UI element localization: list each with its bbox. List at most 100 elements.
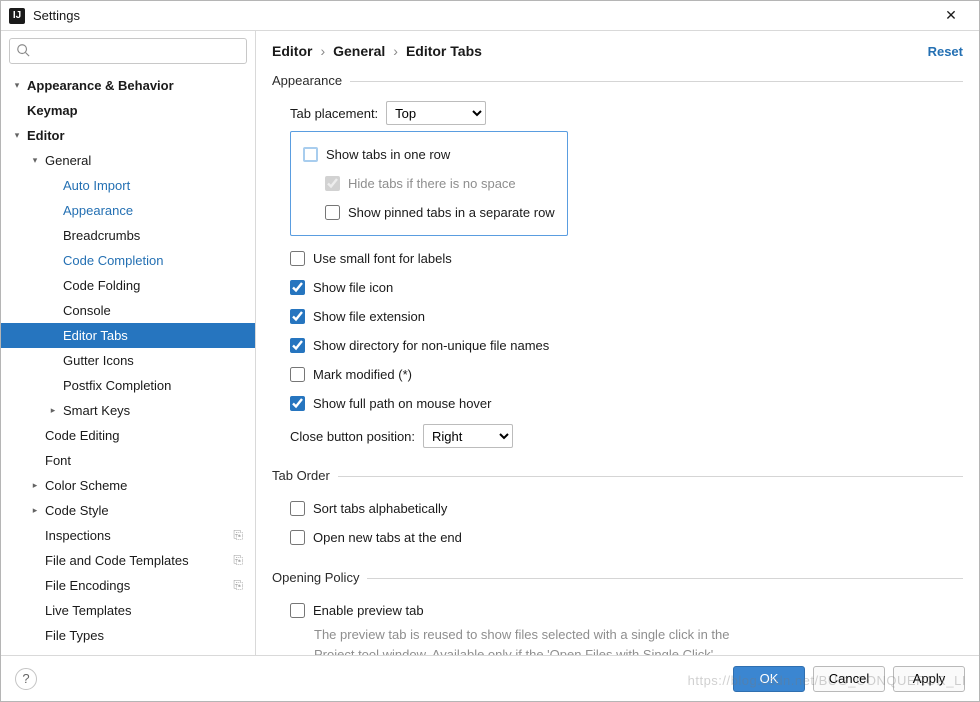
tree-item-file-encodings[interactable]: File Encodings ⎘	[1, 573, 255, 598]
tree-item-label: File Types	[41, 628, 104, 643]
tree-item-keymap[interactable]: Keymap	[1, 98, 255, 123]
breadcrumb-seg: Editor Tabs	[406, 43, 482, 59]
chevron-down-icon: ▾	[11, 80, 23, 91]
search-icon	[16, 43, 30, 57]
tree-item-smart-keys[interactable]: ▸Smart Keys	[1, 398, 255, 423]
tree-item-label: File and Code Templates	[41, 553, 189, 568]
hide-tabs-no-space-checkbox: Hide tabs if there is no space	[291, 169, 557, 198]
tree-item-label: Color Scheme	[41, 478, 127, 493]
tree-item-label: Code Editing	[41, 428, 119, 443]
sort-tabs-alpha-checkbox[interactable]: Sort tabs alphabetically	[272, 494, 963, 523]
checkbox-icon	[290, 501, 305, 516]
chevron-right-icon: ▸	[29, 480, 41, 491]
apply-button[interactable]: Apply	[893, 666, 965, 692]
tree-item-file-types[interactable]: File Types	[1, 623, 255, 648]
tree-item-font[interactable]: Font	[1, 448, 255, 473]
tree-item-label: Appearance & Behavior	[23, 78, 174, 93]
tree-item-code-editing[interactable]: Code Editing	[1, 423, 255, 448]
tree-item-appearance-behavior[interactable]: ▾Appearance & Behavior	[1, 73, 255, 98]
window-title: Settings	[33, 8, 931, 23]
help-button[interactable]: ?	[15, 668, 37, 690]
ok-button[interactable]: OK	[733, 666, 805, 692]
project-scope-icon: ⎘	[233, 553, 243, 568]
tree-item-label: Inspections	[41, 528, 111, 543]
chevron-down-icon: ▾	[29, 155, 41, 166]
tree-item-editor[interactable]: ▾Editor	[1, 123, 255, 148]
tree-item-editor-tabs[interactable]: Editor Tabs	[1, 323, 255, 348]
settings-tree: ▾Appearance & BehaviorKeymap▾Editor▾Gene…	[1, 71, 255, 655]
tree-item-label: File Encodings	[41, 578, 130, 593]
tabs-one-row-frame: Show tabs in one row Hide tabs if there …	[290, 131, 568, 236]
tree-item-label: General	[41, 153, 91, 168]
checkbox-icon	[290, 396, 305, 411]
show-file-extension-checkbox[interactable]: Show file extension	[272, 302, 963, 331]
tree-item-label: Font	[41, 453, 71, 468]
cancel-button[interactable]: Cancel	[813, 666, 885, 692]
tree-item-color-scheme[interactable]: ▸Color Scheme	[1, 473, 255, 498]
checkbox-icon	[325, 176, 340, 191]
tree-item-label: Appearance	[59, 203, 133, 218]
enable-preview-tab-checkbox[interactable]: Enable preview tab	[272, 596, 963, 625]
close-icon[interactable]: ✕	[931, 7, 971, 24]
show-tabs-one-row-checkbox[interactable]: Show tabs in one row	[291, 140, 557, 169]
tree-item-auto-import[interactable]: Auto Import	[1, 173, 255, 198]
settings-sidebar: ▾Appearance & BehaviorKeymap▾Editor▾Gene…	[1, 31, 256, 655]
project-scope-icon: ⎘	[233, 578, 243, 593]
chevron-right-icon: ›	[320, 43, 325, 59]
close-button-position-label: Close button position:	[290, 429, 415, 444]
checkbox-icon	[290, 338, 305, 353]
checkbox-icon	[290, 530, 305, 545]
chevron-right-icon: ›	[393, 43, 398, 59]
mark-modified-checkbox[interactable]: Mark modified (*)	[272, 360, 963, 389]
show-pinned-separate-checkbox[interactable]: Show pinned tabs in a separate row	[291, 198, 557, 227]
chevron-right-icon: ▸	[29, 505, 41, 516]
reset-link[interactable]: Reset	[928, 44, 963, 59]
tree-item-postfix-completion[interactable]: Postfix Completion	[1, 373, 255, 398]
search-box	[9, 38, 247, 64]
tree-item-live-templates[interactable]: Live Templates	[1, 598, 255, 623]
tree-item-label: Code Completion	[59, 253, 163, 268]
show-full-path-checkbox[interactable]: Show full path on mouse hover	[272, 389, 963, 418]
show-file-icon-checkbox[interactable]: Show file icon	[272, 273, 963, 302]
tree-item-label: Code Style	[41, 503, 109, 518]
app-icon: IJ	[9, 8, 25, 24]
tree-item-label: Editor	[23, 128, 65, 143]
checkbox-icon	[290, 367, 305, 382]
tree-item-inspections[interactable]: Inspections ⎘	[1, 523, 255, 548]
tree-item-general[interactable]: ▾General	[1, 148, 255, 173]
tree-item-label: Keymap	[23, 103, 78, 118]
tree-item-gutter-icons[interactable]: Gutter Icons	[1, 348, 255, 373]
group-appearance: Appearance	[272, 73, 963, 89]
chevron-down-icon: ▾	[11, 130, 23, 141]
chevron-right-icon: ▸	[47, 405, 59, 416]
tree-item-code-completion[interactable]: Code Completion	[1, 248, 255, 273]
group-tab-order: Tab Order	[272, 468, 963, 484]
use-small-font-checkbox[interactable]: Use small font for labels	[272, 244, 963, 273]
tree-item-label: Console	[59, 303, 111, 318]
checkbox-icon	[325, 205, 340, 220]
tab-placement-select[interactable]: Top	[386, 101, 486, 125]
open-new-tabs-end-checkbox[interactable]: Open new tabs at the end	[272, 523, 963, 552]
close-button-position-select[interactable]: Right	[423, 424, 513, 448]
tree-item-label: Gutter Icons	[59, 353, 134, 368]
tree-item-label: Postfix Completion	[59, 378, 171, 393]
show-directory-checkbox[interactable]: Show directory for non-unique file names	[272, 331, 963, 360]
tree-item-code-style[interactable]: ▸Code Style	[1, 498, 255, 523]
group-opening-policy: Opening Policy	[272, 570, 963, 586]
checkbox-icon	[290, 309, 305, 324]
tree-item-label: Auto Import	[59, 178, 130, 193]
breadcrumb-seg[interactable]: General	[333, 43, 385, 59]
tree-item-file-and-code-templates[interactable]: File and Code Templates ⎘	[1, 548, 255, 573]
preview-tab-hint: The preview tab is reused to show files …	[272, 625, 752, 655]
tree-item-appearance[interactable]: Appearance	[1, 198, 255, 223]
breadcrumb-seg[interactable]: Editor	[272, 43, 312, 59]
tree-item-console[interactable]: Console	[1, 298, 255, 323]
tree-item-breadcrumbs[interactable]: Breadcrumbs	[1, 223, 255, 248]
checkbox-icon	[290, 280, 305, 295]
tree-item-label: Live Templates	[41, 603, 131, 618]
project-scope-icon: ⎘	[233, 528, 243, 543]
tab-placement-label: Tab placement:	[290, 106, 378, 121]
checkbox-icon	[290, 603, 305, 618]
search-input[interactable]	[9, 38, 247, 64]
tree-item-code-folding[interactable]: Code Folding	[1, 273, 255, 298]
